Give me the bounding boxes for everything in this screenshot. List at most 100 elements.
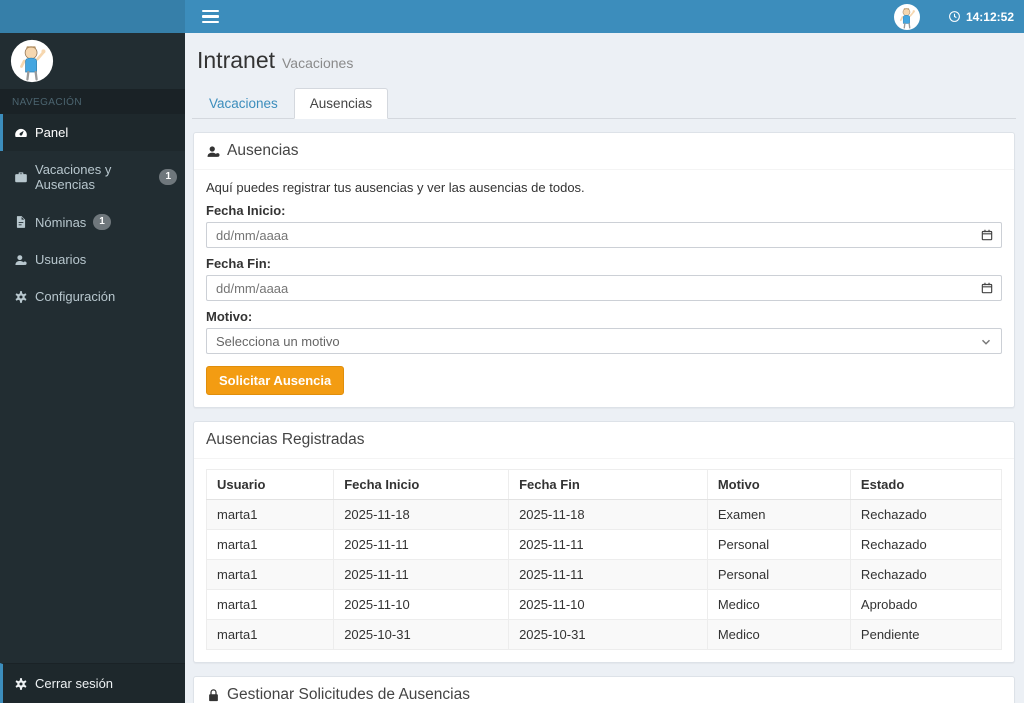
briefcase-icon <box>15 172 27 183</box>
cell-fecha-fin: 2025-11-10 <box>508 589 708 620</box>
start-date-wrap <box>206 222 1002 248</box>
page-subtitle: Vacaciones <box>282 55 354 71</box>
navbar-right: 14:12:52 <box>893 0 1024 33</box>
tab-bar: Vacaciones Ausencias <box>192 88 1016 119</box>
registered-panel-header: Ausencias Registradas <box>194 422 1014 459</box>
logout-button[interactable]: Cerrar sesión <box>0 663 185 703</box>
logout-label: Cerrar sesión <box>35 676 114 691</box>
sidebar-avatar <box>10 39 54 83</box>
end-date-label: Fecha Fin: <box>206 256 272 271</box>
lock-icon <box>209 688 218 701</box>
gear-icon <box>15 290 27 303</box>
cell-motivo: Personal <box>706 529 851 560</box>
tab-vacaciones[interactable]: Vacaciones <box>193 88 294 119</box>
clock-icon <box>949 11 960 22</box>
request-absence-button[interactable]: Solicitar Ausencia <box>206 366 345 395</box>
registered-panel-title: Ausencias Registradas <box>206 431 365 448</box>
start-date-label: Fecha Inicio: <box>206 203 286 218</box>
hamburger-icon <box>201 9 219 24</box>
sidebar-item-nominas[interactable]: Nóminas 1 <box>0 203 185 241</box>
col-estado: Estado <box>849 469 1003 500</box>
sidebar-item-label: Panel <box>35 125 69 140</box>
tab-ausencias[interactable]: Ausencias <box>293 88 389 119</box>
absences-panel-body: Aquí puedes registrar tus ausencias y ve… <box>194 170 1014 407</box>
col-motivo: Motivo <box>706 469 851 500</box>
avatar-cartoon-icon <box>10 39 54 83</box>
absences-panel-title: Ausencias <box>227 142 299 159</box>
sidebar-item-usuarios[interactable]: Usuarios <box>0 241 185 278</box>
table-row: marta1 2025-11-11 2025-11-11 Personal Re… <box>205 529 1003 560</box>
table-header-row: Usuario Fecha Inicio Fecha Fin Motivo Es… <box>205 469 1003 500</box>
end-date-wrap <box>206 275 1002 301</box>
sidebar-badge: 1 <box>159 169 177 185</box>
cell-fecha-fin: 2025-10-31 <box>508 619 708 650</box>
calendar-icon[interactable] <box>980 228 994 242</box>
reason-select-value: Selecciona un motivo <box>216 333 340 349</box>
col-fecha-fin: Fecha Fin <box>508 469 708 500</box>
sidebar-user-panel <box>0 33 185 89</box>
reason-label: Motivo: <box>206 309 253 324</box>
col-usuario: Usuario <box>205 469 335 500</box>
sidebar-item-label: Configuración <box>35 289 116 304</box>
user-avatar[interactable] <box>893 3 920 30</box>
cell-usuario: marta1 <box>205 529 335 560</box>
manage-requests-panel: Gestionar Solicitudes de Ausencias <box>193 676 1015 703</box>
sidebar-badge: 1 <box>93 214 111 230</box>
cell-motivo: Medico <box>706 589 851 620</box>
cell-fecha-fin: 2025-11-11 <box>508 559 708 590</box>
sidebar-item-label: Usuarios <box>35 252 87 267</box>
dashboard-icon <box>15 128 27 137</box>
cell-usuario: marta1 <box>205 619 335 650</box>
table-row: marta1 2025-11-18 2025-11-18 Examen Rech… <box>205 499 1003 530</box>
cell-estado: Aprobado <box>849 589 1003 620</box>
cell-usuario: marta1 <box>205 499 335 530</box>
sidebar: NAVEGACIÓN Panel Vacaciones y Ausencias … <box>0 33 185 703</box>
sidebar-menu: Panel Vacaciones y Ausencias 1 Nóminas 1… <box>0 114 185 315</box>
user-icon <box>15 254 27 265</box>
cell-estado: Rechazado <box>849 559 1003 590</box>
cell-motivo: Medico <box>706 619 851 650</box>
sidebar-toggle-button[interactable] <box>193 0 227 33</box>
reason-select[interactable]: Selecciona un motivo <box>206 328 1002 354</box>
registered-absences-panel: Ausencias Registradas Usuario Fecha Inic… <box>193 421 1015 663</box>
cell-motivo: Examen <box>706 499 851 530</box>
chevron-down-icon <box>981 339 991 345</box>
logo-area[interactable] <box>0 0 185 33</box>
sidebar-item-label: Nóminas <box>35 214 87 230</box>
cell-fecha-inicio: 2025-10-31 <box>333 619 510 650</box>
cell-motivo: Personal <box>706 559 851 590</box>
sidebar-item-vacaciones-ausencias[interactable]: Vacaciones y Ausencias 1 <box>0 151 185 203</box>
table-row: marta1 2025-11-10 2025-11-10 Medico Apro… <box>205 589 1003 620</box>
user-add-icon <box>207 145 220 157</box>
cell-fecha-inicio: 2025-11-18 <box>333 499 510 530</box>
cell-fecha-inicio: 2025-11-11 <box>333 529 510 560</box>
cell-fecha-fin: 2025-11-11 <box>508 529 708 560</box>
cell-usuario: marta1 <box>205 559 335 590</box>
absences-description: Aquí puedes registrar tus ausencias y ve… <box>206 180 585 195</box>
manage-panel-header: Gestionar Solicitudes de Ausencias <box>194 677 1014 703</box>
table-row: marta1 2025-10-31 2025-10-31 Medico Pend… <box>205 619 1003 650</box>
clock-display: 14:12:52 <box>948 10 1014 24</box>
page-title-text: Intranet <box>197 47 275 73</box>
cell-fecha-inicio: 2025-11-10 <box>333 589 510 620</box>
sidebar-item-configuracion[interactable]: Configuración <box>0 278 185 315</box>
cell-estado: Rechazado <box>849 499 1003 530</box>
top-navbar: 14:12:52 <box>0 0 1024 33</box>
registered-panel-body: Usuario Fecha Inicio Fecha Fin Motivo Es… <box>194 459 1014 662</box>
cell-estado: Rechazado <box>849 529 1003 560</box>
page-title: Intranet Vacaciones <box>197 47 1011 74</box>
cell-usuario: marta1 <box>205 589 335 620</box>
start-date-input[interactable] <box>206 222 1002 248</box>
absences-panel-header: Ausencias <box>194 133 1014 170</box>
col-fecha-inicio: Fecha Inicio <box>333 469 510 500</box>
gear-icon <box>15 677 27 690</box>
table-row: marta1 2025-11-11 2025-11-11 Personal Re… <box>205 559 1003 590</box>
payroll-file-icon <box>16 216 26 228</box>
avatar-cartoon-icon <box>894 4 920 29</box>
clock-time: 14:12:52 <box>965 9 1014 24</box>
main-content: Intranet Vacaciones Vacaciones Ausencias … <box>185 33 1024 703</box>
sidebar-item-panel[interactable]: Panel <box>0 114 185 151</box>
sidebar-section-header: NAVEGACIÓN <box>0 89 185 114</box>
end-date-input[interactable] <box>206 275 1002 301</box>
calendar-icon[interactable] <box>980 281 994 295</box>
